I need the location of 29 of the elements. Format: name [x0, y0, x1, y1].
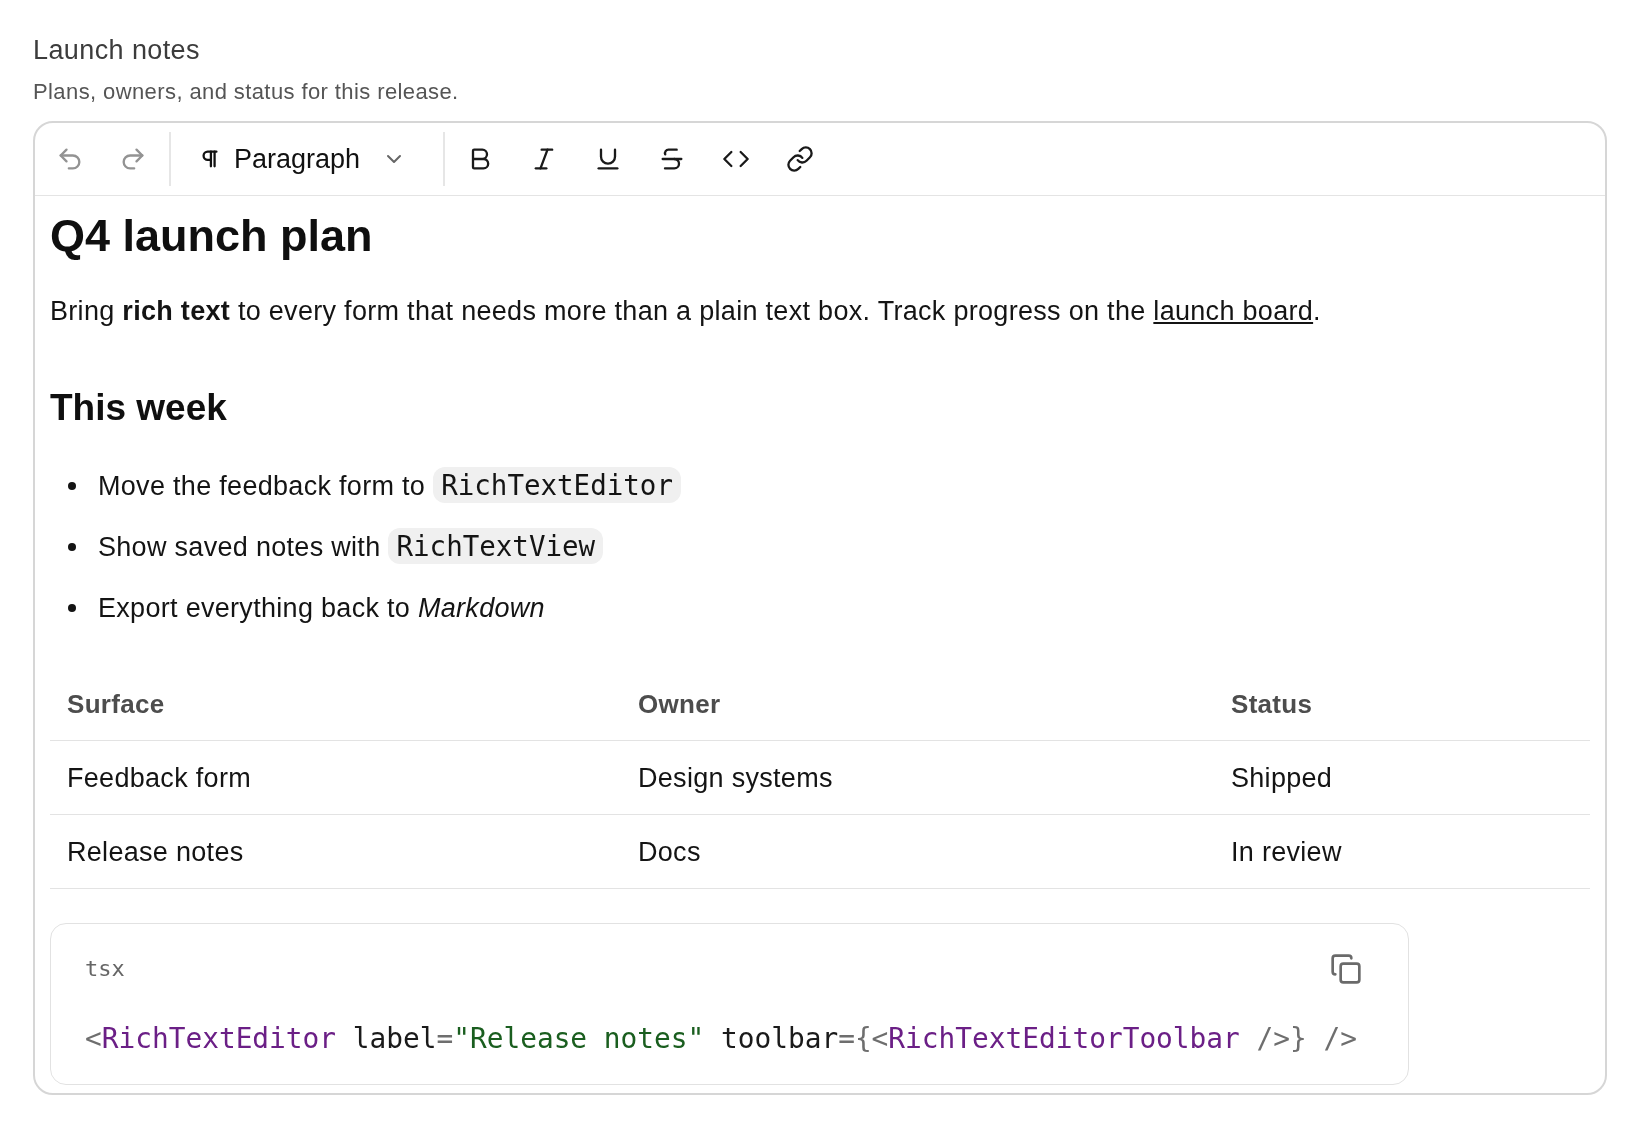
- column-header: Status: [1230, 688, 1314, 721]
- subheading: This week: [50, 386, 228, 430]
- list-item-text: Move the feedback form to RichTextEditor: [98, 466, 681, 506]
- inline-code: RichTextEditor: [433, 467, 681, 503]
- bullet-icon: [68, 543, 76, 551]
- paragraph: Bring rich text to every form that needs more than a plain text box. Track progress on the launch board.: [50, 295, 1322, 328]
- bullet-icon: [68, 482, 76, 490]
- field-description: Plans, owners, and status for this release.: [33, 78, 460, 106]
- heading: Q4 launch plan: [50, 209, 374, 263]
- inline-code: RichTextView: [388, 528, 604, 564]
- list-item-text: Export everything back to Markdown: [98, 592, 545, 625]
- block-type-dropdown[interactable]: Paragraph: [184, 135, 422, 183]
- code-language: tsx: [85, 955, 125, 983]
- table-cell-text: Release notes: [66, 836, 245, 869]
- table-cell-text: Design systems: [637, 762, 834, 795]
- pilcrow-icon: [199, 148, 221, 170]
- field-label: Launch notes: [33, 34, 201, 66]
- bullet-icon: [68, 604, 76, 612]
- column-header: Surface: [66, 688, 166, 721]
- code-text: <RichTextEditor label="Release notes" toolbar={<RichTextEditorToolbar />} />: [85, 1021, 1358, 1057]
- table-cell-text: Shipped: [1230, 762, 1334, 795]
- table-cell-text: Docs: [637, 836, 702, 869]
- link[interactable]: launch board: [1153, 296, 1314, 326]
- column-header: Owner: [637, 688, 722, 721]
- table-cell-text: Feedback form: [66, 762, 252, 795]
- copy-icon: [1330, 953, 1362, 985]
- list-item-text: Show saved notes with RichTextView: [98, 527, 604, 567]
- link-icon: [786, 145, 815, 173]
- table-cell-text: In review: [1230, 836, 1343, 869]
